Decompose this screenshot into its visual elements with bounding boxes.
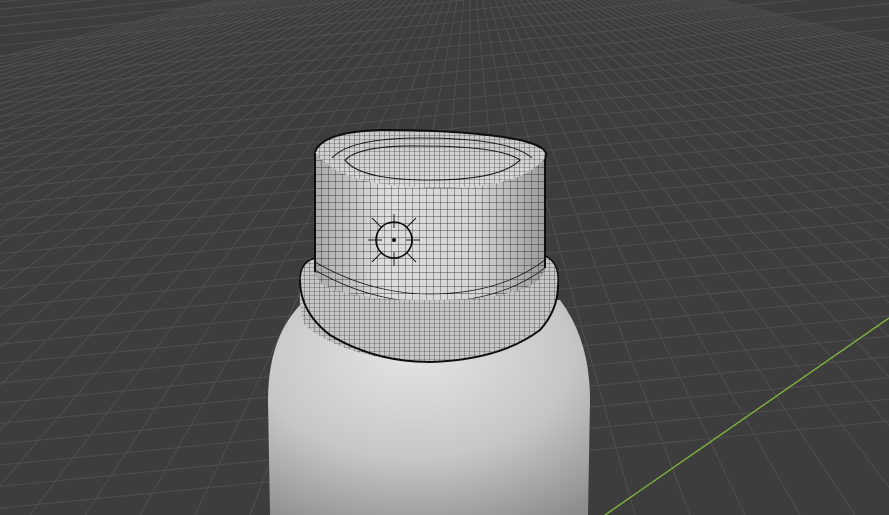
grid-line	[633, 0, 889, 105]
viewport-scene[interactable]	[0, 0, 889, 515]
grid-line	[702, 0, 889, 54]
grid-line	[671, 0, 889, 73]
grid-line	[658, 0, 889, 82]
grid-line	[652, 0, 889, 87]
grid-line	[689, 0, 889, 61]
grid-line	[721, 0, 889, 45]
grid-line	[664, 0, 889, 77]
grid-line	[677, 0, 889, 68]
x-axis-line	[604, 317, 889, 515]
grid-line	[0, 15, 889, 104]
3d-cursor-icon[interactable]	[368, 214, 420, 266]
3d-viewport[interactable]	[0, 0, 889, 515]
grid-line	[0, 28, 889, 117]
grid-line	[715, 0, 889, 48]
